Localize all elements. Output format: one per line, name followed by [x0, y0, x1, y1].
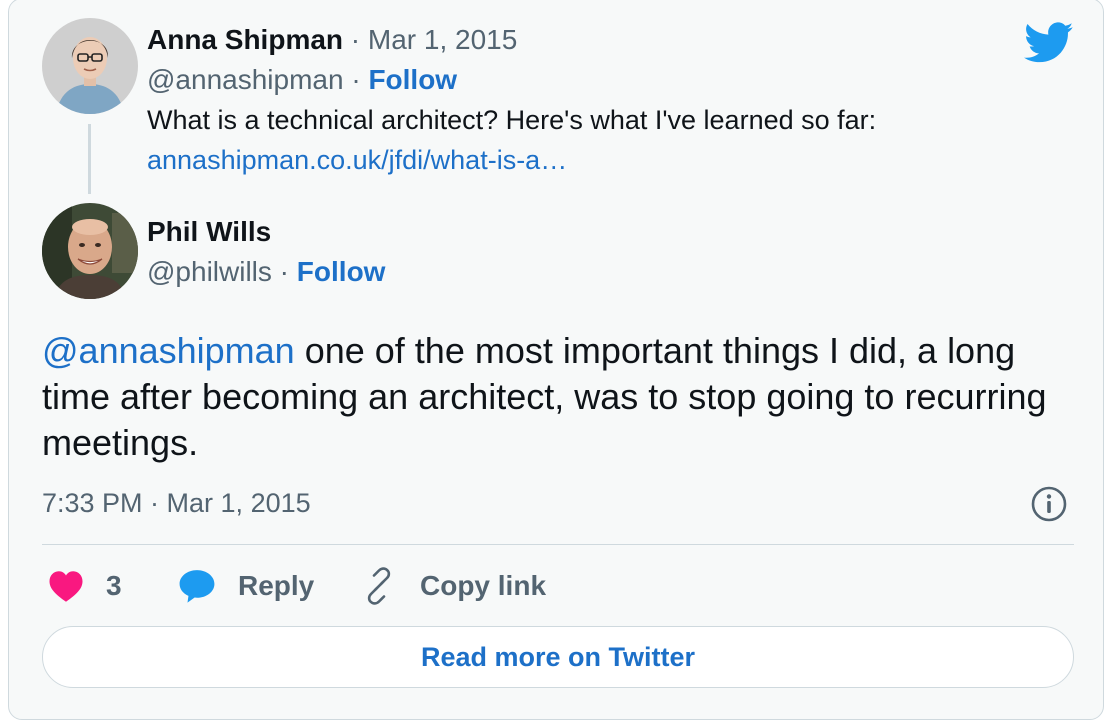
twitter-bird-icon[interactable]	[1024, 22, 1074, 64]
quoted-handle-separator: ·	[343, 64, 369, 95]
copy-link-label: Copy link	[420, 570, 547, 601]
quoted-author-handle[interactable]: @annashipman	[147, 64, 344, 95]
avatar-anna-shipman[interactable]	[42, 18, 138, 114]
author-handle-row: @philwills · Follow	[147, 256, 385, 288]
handle-separator: ·	[271, 256, 297, 287]
like-button[interactable]: 3	[48, 566, 122, 606]
quoted-tweet-header: Anna Shipman · Mar 1, 2015	[147, 24, 517, 56]
quoted-follow-button[interactable]: Follow	[368, 64, 457, 95]
link-chain-icon	[360, 567, 398, 605]
reply-label: Reply	[238, 570, 315, 601]
quoted-tweet-date[interactable]: Mar 1, 2015	[368, 24, 517, 55]
mention-link[interactable]: @annashipman	[42, 330, 295, 371]
quoted-author-name[interactable]: Anna Shipman	[147, 24, 343, 55]
tweet-text: @annashipman one of the most important t…	[42, 328, 1082, 466]
read-more-on-twitter-button[interactable]: Read more on Twitter	[42, 626, 1074, 688]
copy-link-button[interactable]: Copy link	[360, 566, 546, 606]
info-icon[interactable]	[1030, 485, 1068, 523]
tweet-timestamp[interactable]: 7:33 PM · Mar 1, 2015	[42, 488, 311, 519]
quoted-tweet-handle-row: @annashipman · Follow	[147, 64, 457, 96]
like-count: 3	[106, 570, 122, 601]
author-name[interactable]: Phil Wills	[147, 216, 271, 248]
reply-button[interactable]: Reply	[178, 566, 314, 606]
follow-button[interactable]: Follow	[297, 256, 386, 287]
author-handle[interactable]: @philwills	[147, 256, 272, 287]
quoted-date-separator: ·	[343, 24, 368, 55]
reply-bubble-icon	[178, 568, 216, 604]
divider	[42, 544, 1074, 545]
thread-connector-line	[88, 124, 91, 194]
quoted-tweet-link[interactable]: annashipman.co.uk/jfdi/what-is-a…	[147, 145, 567, 176]
heart-icon	[48, 569, 84, 603]
quoted-tweet-text: What is a technical architect? Here's wh…	[147, 105, 877, 135]
avatar-phil-wills[interactable]	[42, 203, 138, 299]
